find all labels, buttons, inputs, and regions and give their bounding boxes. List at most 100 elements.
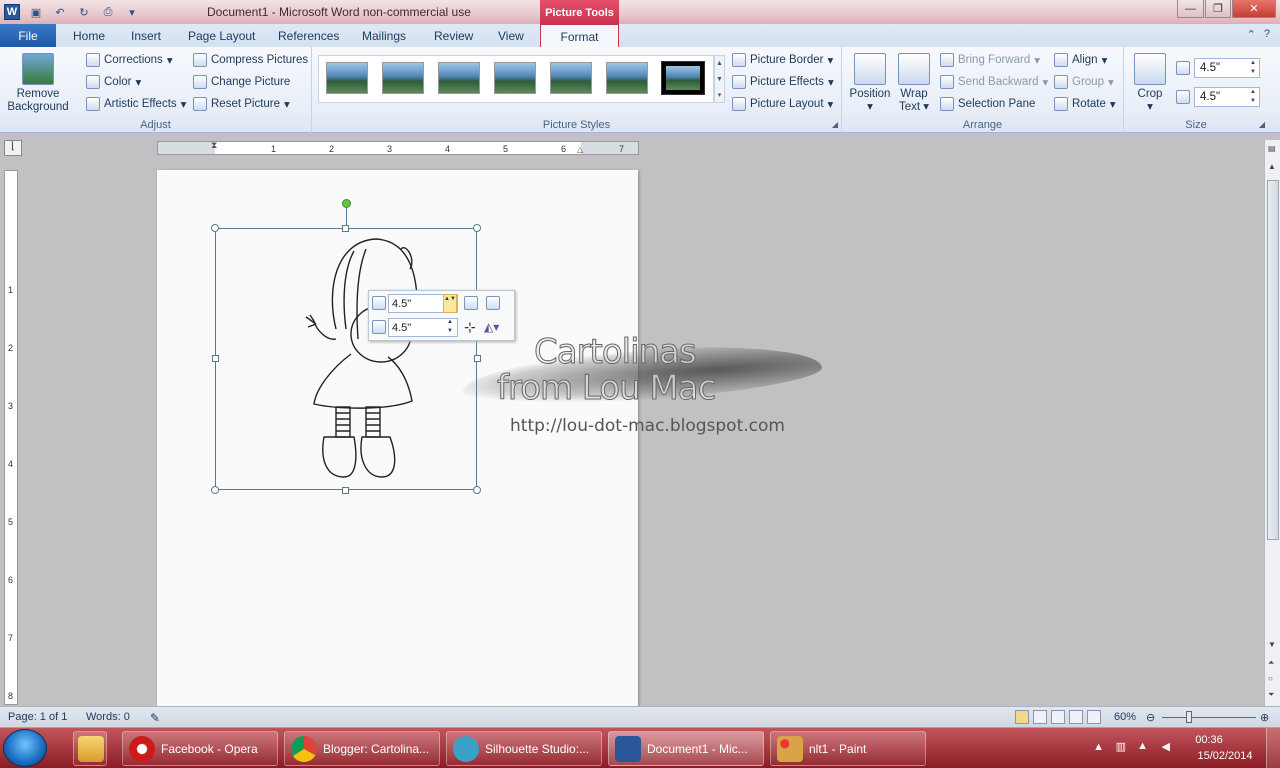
volume-icon[interactable]: ◀ [1162, 740, 1170, 753]
tab-insert[interactable]: Insert [131, 29, 161, 43]
taskbar-item[interactable]: Document1 - Mic... [608, 731, 764, 766]
style-thumbnail[interactable] [550, 62, 592, 94]
tab-home[interactable]: Home [73, 29, 105, 43]
right-indent-marker-icon[interactable]: △ [577, 145, 583, 154]
group-button[interactable]: Group ▾ [1054, 75, 1114, 89]
style-thumbnail[interactable] [606, 62, 648, 94]
style-thumbnail[interactable] [382, 62, 424, 94]
width-spinner[interactable]: ▲ ▼ [447, 318, 453, 336]
indent-marker-icon[interactable]: ⧗ [211, 140, 217, 151]
vertical-scrollbar[interactable]: ▤ ▲ ▼ ⏶ ○ ⏷ [1264, 140, 1280, 706]
corrections-button[interactable]: Corrections ▾ [86, 53, 173, 67]
wrap-text-button[interactable]: Wrap Text ▾ [894, 53, 934, 114]
style-thumbnail[interactable] [494, 62, 536, 94]
outline-view-icon[interactable] [1069, 710, 1083, 724]
draft-view-icon[interactable] [1087, 710, 1101, 724]
taskbar-item[interactable]: nlt1 - Paint [770, 731, 926, 766]
reset-picture-button[interactable]: Reset Picture ▾ [193, 97, 290, 111]
send-backward-button[interactable]: Send Backward ▾ [940, 75, 1048, 89]
size-dialog-launcher-icon[interactable]: ◢ [1259, 120, 1265, 129]
zoom-out-icon[interactable]: ⊖ [1146, 711, 1155, 724]
taskbar-item[interactable]: Silhouette Studio:... [446, 731, 602, 766]
tab-format[interactable]: Format [540, 24, 619, 48]
restore-button[interactable]: ❐ [1205, 0, 1231, 18]
zoom-slider-thumb[interactable] [1186, 711, 1192, 723]
horizontal-ruler[interactable]: 1 2 3 4 5 6 7 ⧗ △ [157, 140, 639, 155]
tab-selector[interactable]: ⌊ [4, 140, 22, 156]
show-desktop-button[interactable] [1266, 728, 1280, 768]
full-screen-view-icon[interactable] [1033, 710, 1047, 724]
tab-references[interactable]: References [278, 29, 339, 43]
ruler-toggle-icon[interactable]: ▤ [1268, 144, 1276, 153]
redo-icon[interactable]: ↻ [76, 4, 92, 20]
resize-handle-s[interactable] [342, 487, 349, 494]
previous-page-icon[interactable]: ⏶ [1268, 658, 1274, 668]
crop-button[interactable]: Crop ▾ [1130, 53, 1170, 114]
next-page-icon[interactable]: ⏷ [1268, 690, 1274, 700]
wifi-icon[interactable]: ▲ [1137, 740, 1148, 752]
undo-icon[interactable]: ↶ [52, 4, 68, 20]
tab-view[interactable]: View [498, 29, 524, 43]
resize-handle-w[interactable] [212, 355, 219, 362]
bring-forward-button[interactable]: Bring Forward ▾ [940, 53, 1040, 67]
show-hidden-icons-icon[interactable]: ▲ [1093, 741, 1104, 753]
page-count[interactable]: Page: 1 of 1 [8, 711, 67, 723]
minimize-button[interactable]: — [1177, 0, 1204, 18]
clock-time[interactable]: 00:36 [1180, 734, 1238, 746]
artistic-effects-button[interactable]: Artistic Effects ▾ [86, 97, 186, 111]
shape-width-input[interactable]: 4.5" [1194, 87, 1260, 107]
word-logo-icon[interactable]: W [4, 4, 20, 20]
tab-mailings[interactable]: Mailings [362, 29, 406, 43]
bring-forward-icon[interactable] [464, 296, 478, 310]
scroll-down-icon[interactable]: ▼ [1268, 640, 1276, 649]
close-button[interactable]: ✕ [1232, 0, 1276, 18]
taskbar-item[interactable]: Facebook - Opera [122, 731, 278, 766]
zoom-slider[interactable] [1162, 717, 1256, 718]
position-button[interactable]: Position ▾ [846, 53, 894, 114]
selected-picture[interactable] [215, 228, 477, 490]
shape-height-input[interactable]: 4.5" [1194, 58, 1260, 78]
selection-pane-button[interactable]: Selection Pane [940, 97, 1035, 111]
print-icon[interactable]: ⎙ [100, 4, 116, 20]
rotation-handle[interactable] [342, 199, 351, 208]
resize-handle-sw[interactable] [211, 486, 219, 494]
zoom-in-icon[interactable]: ⊕ [1260, 711, 1269, 724]
print-layout-view-icon[interactable] [1015, 710, 1029, 724]
send-backward-icon[interactable] [486, 296, 500, 310]
remove-background-button[interactable]: Remove Background [4, 53, 72, 114]
network-icon[interactable]: ▥ [1116, 740, 1126, 753]
tab-page-layout[interactable]: Page Layout [188, 29, 255, 43]
resize-handle-ne[interactable] [473, 224, 481, 232]
rotate-button[interactable]: Rotate ▾ [1054, 97, 1116, 111]
explorer-taskbar-button[interactable] [73, 731, 107, 766]
tab-file[interactable]: File [0, 24, 56, 47]
tab-review[interactable]: Review [434, 29, 473, 43]
select-browse-object-icon[interactable]: ○ [1268, 674, 1273, 683]
word-count[interactable]: Words: 0 [86, 711, 130, 723]
vertical-ruler[interactable]: 1 2 3 4 5 6 7 8 [4, 170, 18, 705]
height-spinner[interactable]: ▲▼ [443, 294, 457, 313]
customize-qat-icon[interactable]: ▾ [124, 4, 140, 20]
start-button[interactable] [3, 729, 47, 767]
style-thumbnail[interactable] [326, 62, 368, 94]
change-picture-button[interactable]: Change Picture [193, 75, 290, 89]
styles-gallery-scroll[interactable]: ▲ ▼ ▾ [714, 55, 725, 103]
zoom-level[interactable]: 60% [1114, 711, 1136, 723]
help-icon[interactable]: ? [1264, 28, 1270, 41]
picture-border-button[interactable]: Picture Border ▾ [732, 53, 833, 67]
align-button[interactable]: Align ▾ [1054, 53, 1107, 67]
taskbar-item[interactable]: Blogger: Cartolina... [284, 731, 440, 766]
picture-layout-button[interactable]: Picture Layout ▾ [732, 97, 833, 111]
scroll-up-icon[interactable]: ▲ [1268, 162, 1276, 171]
compress-pictures-button[interactable]: Compress Pictures [193, 53, 308, 67]
resize-handle-n[interactable] [342, 225, 349, 232]
clock-date[interactable]: 15/02/2014 [1192, 750, 1258, 762]
save-icon[interactable]: ▣ [28, 4, 44, 20]
resize-handle-nw[interactable] [211, 224, 219, 232]
minimize-ribbon-icon[interactable]: ⌃ [1247, 28, 1256, 41]
web-layout-view-icon[interactable] [1051, 710, 1065, 724]
color-button[interactable]: Color ▾ [86, 75, 141, 89]
picture-effects-button[interactable]: Picture Effects ▾ [732, 75, 834, 89]
style-thumbnail[interactable] [661, 61, 705, 95]
scroll-thumb[interactable] [1267, 180, 1279, 540]
